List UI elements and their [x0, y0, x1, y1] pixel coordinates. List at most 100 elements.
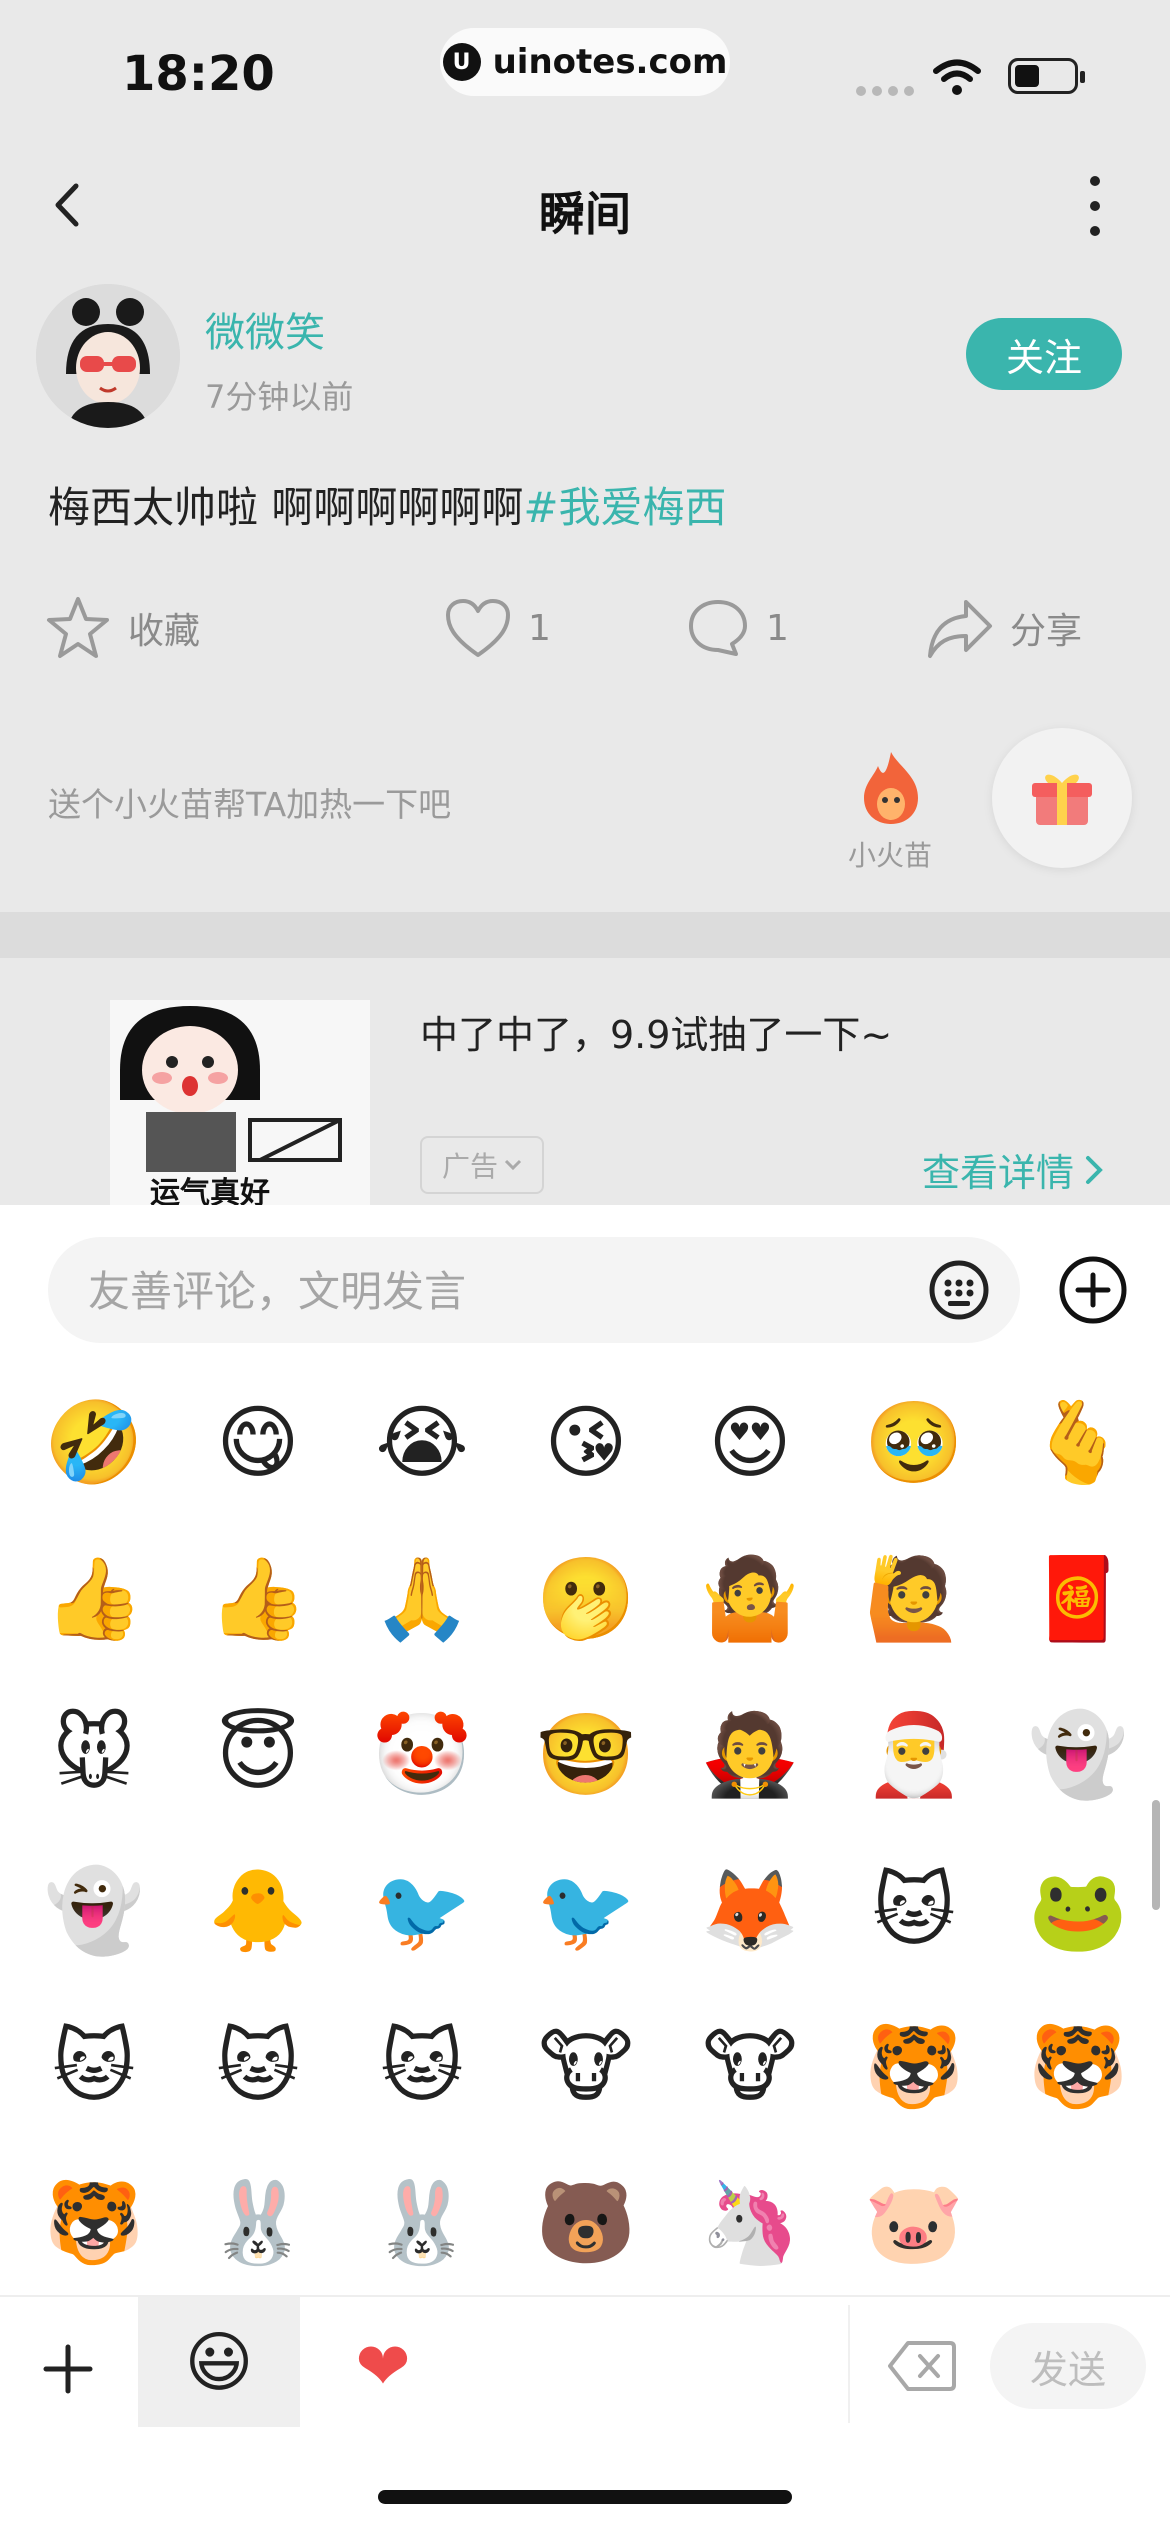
emoji-item[interactable]: 🤡 — [340, 1677, 504, 1833]
emoji-item[interactable]: 🐭 — [12, 1677, 176, 1833]
emoji-item[interactable]: 🐻 — [504, 2145, 668, 2301]
emoji-glyph: 🐱 — [52, 2020, 136, 2113]
emoji-keyboard-icon[interactable] — [928, 1259, 990, 1321]
emoji-item[interactable]: 🤣 — [12, 1365, 176, 1521]
ad-title[interactable]: 中了中了，9.9试抽了一下~ — [420, 1004, 892, 1059]
emoji-item[interactable]: 🐱 — [12, 1989, 176, 2145]
emoji-item[interactable]: 😋 — [176, 1365, 340, 1521]
emoji-glyph: 🐦 — [372, 1864, 472, 1957]
emoji-glyph: 🐭 — [52, 1708, 136, 1801]
boost-prompt: 送个小火苗帮TA加热一下吧 — [48, 785, 452, 824]
emoji-glyph: 🦊 — [700, 1864, 800, 1957]
emoji-item[interactable]: 🤷 — [668, 1521, 832, 1677]
emoji-item[interactable]: 🐦 — [504, 1833, 668, 1989]
like-button[interactable]: 1 — [444, 586, 551, 670]
emoji-item[interactable]: 🧛 — [668, 1677, 832, 1833]
comment-sheet: 🤣 😋 😭 😘 😍 🥹 🫰 👍 👍 🙏 🫢 🤷 🙋 🧧 🐭 😇 🤡 🤓 🧛 🎅 👻 👻 🐥 🐦 🐦 🦊 🐱 🐸 🐱 🐱 🐱 🐮 🐮 🐯 🐯 🐯 🐰 🐰 🐻 🦄… — [0, 1205, 1170, 2532]
emoji-item[interactable]: 🧧 — [996, 1521, 1160, 1677]
tab-emoji[interactable]: 😃 — [138, 2297, 300, 2427]
emoji-item[interactable]: 🐥 — [176, 1833, 340, 1989]
emoji-item[interactable]: 🫰 — [996, 1365, 1160, 1521]
emoji-item[interactable]: 🦄 — [668, 2145, 832, 2301]
comment-input-box[interactable] — [48, 1237, 1020, 1345]
emoji-item[interactable]: 🐦 — [340, 1833, 504, 1989]
avatar[interactable] — [36, 284, 180, 428]
section-divider — [0, 912, 1170, 958]
collect-button[interactable]: 收藏 — [44, 586, 200, 670]
emoji-glyph: 🐦 — [536, 1864, 636, 1957]
emoji-item[interactable]: 😭 — [340, 1365, 504, 1521]
username[interactable]: 微微笑 — [205, 300, 325, 358]
backspace-icon[interactable] — [888, 2339, 956, 2393]
cellular-signal-icon — [856, 86, 914, 96]
comment-button[interactable]: 1 — [686, 586, 789, 670]
emoji-glyph: 🐱 — [872, 1864, 956, 1957]
emoji-glyph: 🐯 — [44, 2176, 144, 2269]
share-button[interactable]: 分享 — [926, 586, 1082, 670]
gift-icon — [1032, 774, 1092, 825]
emoji-glyph: 🐱 — [380, 2020, 464, 2113]
emoji-scrollbar[interactable] — [1152, 1800, 1160, 1910]
flame-icon[interactable] — [856, 748, 926, 828]
send-button[interactable]: 发送 — [990, 2323, 1146, 2409]
emoji-item[interactable]: 🐱 — [832, 1833, 996, 1989]
status-time: 18:20 — [122, 46, 275, 102]
emoji-glyph: 👍 — [208, 1552, 308, 1645]
emoji-item[interactable]: 🎅 — [832, 1677, 996, 1833]
comment-input[interactable] — [86, 1237, 910, 1345]
emoji-glyph: 🥹 — [864, 1396, 964, 1489]
emoji-item[interactable]: 🤓 — [504, 1677, 668, 1833]
emoji-item[interactable]: 😇 — [176, 1677, 340, 1833]
wifi-icon — [933, 59, 981, 95]
gift-button[interactable] — [992, 728, 1132, 868]
follow-button[interactable]: 关注 — [966, 318, 1122, 390]
emoji-item[interactable]: 🙋 — [832, 1521, 996, 1677]
emoji-item[interactable]: 🐱 — [176, 1989, 340, 2145]
post-text: 梅西太帅啦 啊啊啊啊啊啊 — [48, 483, 524, 532]
emoji-glyph: 🐯 — [1028, 2020, 1128, 2113]
emoji-item[interactable]: 🐯 — [996, 1989, 1160, 2145]
emoji-item[interactable]: 😍 — [668, 1365, 832, 1521]
emoji-glyph: 🎅 — [864, 1708, 964, 1801]
hashtag-link[interactable]: #我爱梅西 — [523, 483, 726, 532]
collect-label: 收藏 — [128, 611, 201, 652]
emoji-item[interactable]: 🐮 — [504, 1989, 668, 2145]
ad-thumbnail[interactable]: 运气真好 — [110, 1000, 370, 1205]
emoji-glyph: 👍 — [44, 1552, 144, 1645]
status-bar: 18:20 U uinotes.com — [0, 0, 1170, 140]
emoji-glyph: 😍 — [708, 1396, 792, 1489]
emoji-item[interactable]: 🐱 — [340, 1989, 504, 2145]
emoji-item[interactable]: 🐮 — [668, 1989, 832, 2145]
emoji-glyph: 🫢 — [536, 1552, 636, 1645]
emoji-glyph: 😇 — [216, 1708, 300, 1801]
emoji-item[interactable]: 🫢 — [504, 1521, 668, 1677]
emoji-glyph: 🐸 — [1028, 1864, 1128, 1957]
emoji-item[interactable]: 🐸 — [996, 1833, 1160, 1989]
more-options-icon[interactable] — [1080, 176, 1110, 236]
ad-detail-link[interactable]: 查看详情 — [922, 1142, 1104, 1197]
emoji-item[interactable]: 🐯 — [832, 1989, 996, 2145]
emoji-glyph: 😭 — [375, 1396, 469, 1489]
ad-tag[interactable]: 广告 — [420, 1136, 544, 1194]
add-attachment-icon[interactable] — [1058, 1255, 1128, 1325]
emoji-item[interactable]: 😘 — [504, 1365, 668, 1521]
emoji-item[interactable]: 🙏 — [340, 1521, 504, 1677]
emoji-glyph: 🐯 — [864, 2020, 964, 2113]
emoji-item[interactable]: 🐷 — [832, 2145, 996, 2301]
emoji-item[interactable]: 👍 — [12, 1521, 176, 1677]
emoji-item[interactable]: 🐰 — [176, 2145, 340, 2301]
emoji-item[interactable]: 👍 — [176, 1521, 340, 1677]
emoji-glyph: 👻 — [1028, 1708, 1128, 1801]
url-pill[interactable]: U uinotes.com — [440, 28, 730, 96]
emoji-item[interactable]: 🐯 — [12, 2145, 176, 2301]
tab-favorites[interactable]: ❤ — [340, 2323, 426, 2409]
site-logo-icon: U — [442, 43, 481, 81]
emoji-item[interactable]: 👻 — [12, 1833, 176, 1989]
emoji-glyph: 😋 — [216, 1396, 300, 1489]
plus-icon[interactable] — [36, 2337, 100, 2401]
emoji-item[interactable]: 🥹 — [832, 1365, 996, 1521]
emoji-item[interactable]: 👻 — [996, 1677, 1160, 1833]
emoji-item[interactable]: 🐰 — [340, 2145, 504, 2301]
home-indicator[interactable] — [378, 2490, 792, 2504]
emoji-item[interactable]: 🦊 — [668, 1833, 832, 1989]
